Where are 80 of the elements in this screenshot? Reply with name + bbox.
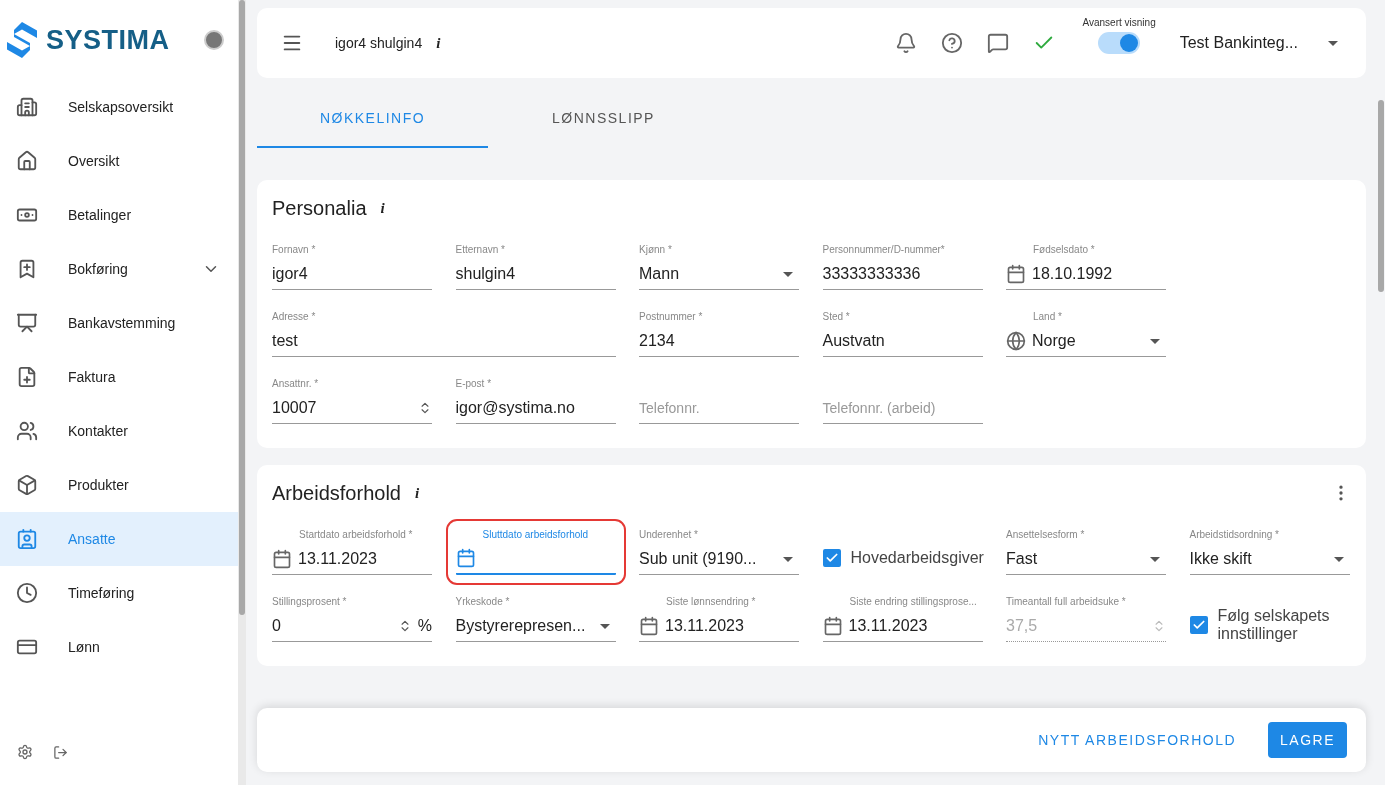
info-icon[interactable]: i (414, 484, 420, 502)
section-title: Arbeidsforhold (272, 481, 401, 505)
input-field[interactable]: Fornavn * igor4 (272, 244, 432, 290)
dropdown-caret-icon[interactable] (1150, 338, 1160, 344)
globe-icon (1006, 331, 1026, 351)
company-select[interactable]: Test Bankinteg... (1179, 34, 1338, 52)
checkmark-icon (824, 551, 839, 565)
input-field[interactable]: Adresse * test (272, 311, 616, 357)
select-field[interactable]: Underenhet * Sub unit (9190... (639, 529, 799, 575)
chat-icon[interactable] (986, 32, 1009, 54)
input-field[interactable]: E-post * igor@systima.no (455, 378, 616, 424)
info-icon[interactable]: i (436, 34, 441, 52)
toggle-label: Avansert visning (1082, 16, 1156, 28)
input-field[interactable]: Fødselsdato * 18.10.1992 (1006, 244, 1166, 290)
settings-icon[interactable] (17, 744, 33, 760)
scrollbar-thumb[interactable] (239, 0, 245, 615)
toggle-switch[interactable] (1098, 31, 1141, 54)
input-field[interactable]: Startdato arbeidsforhold * 13.11.2023 (272, 529, 432, 575)
input-field[interactable]: Siste lønnsendring * 13.11.2023 (639, 596, 799, 642)
nav-item[interactable]: Faktura (0, 350, 238, 404)
tab[interactable]: LØNNSSLIPP (488, 101, 719, 148)
input-field[interactable]: Personnummer/D-nummer* 33333333336 (822, 244, 983, 290)
house-icon (16, 150, 38, 172)
calendar-icon[interactable] (1006, 264, 1026, 284)
info-icon[interactable]: i (380, 199, 385, 217)
nav-item[interactable]: Produkter (0, 458, 238, 512)
nav-item[interactable]: Selskapsoversikt (0, 80, 238, 134)
logo-icon (6, 21, 38, 59)
help-icon[interactable] (940, 32, 963, 54)
select-field[interactable]: Kjønn * Mann (639, 244, 799, 290)
dropdown-caret-icon[interactable] (1328, 40, 1338, 46)
logout-icon[interactable] (53, 744, 68, 760)
users-icon (16, 420, 38, 442)
scrollbar-thumb[interactable] (1378, 100, 1384, 292)
dropdown-caret-icon[interactable] (1150, 556, 1160, 562)
input-field[interactable]: Siste endring stillingsprose... 13.11.2023 (822, 596, 983, 642)
unit-suffix: % (417, 617, 432, 635)
nav-item[interactable]: Betalinger (0, 188, 238, 242)
logo-text: SYSTIMA (46, 24, 171, 56)
nav-item[interactable]: Bokføring (0, 242, 238, 296)
select-field[interactable]: Arbeidstidsordning * Ikke skift (1189, 529, 1350, 575)
presentation-icon (16, 312, 38, 334)
checkbox-label: Hovedarbeidsgiver (850, 549, 984, 567)
select-field[interactable]: Ansettelsesform * Fast (1006, 529, 1166, 575)
calendar-icon[interactable] (455, 548, 476, 568)
section-title: Personalia (272, 196, 367, 220)
input-field[interactable]: Postnummer * 2134 (639, 311, 799, 357)
text-button[interactable]: NYTT ARBEIDSFORHOLD (1026, 722, 1249, 758)
calendar-icon[interactable] (822, 616, 843, 636)
input-field[interactable]: Ansattnr. * 10007 (272, 378, 432, 424)
checkbox-label: Følg selskapets innstillinger (1217, 607, 1331, 643)
calendar-icon[interactable] (272, 549, 292, 569)
checkmark-icon (1191, 618, 1206, 632)
id-card-icon (16, 528, 38, 550)
checkbox[interactable] (1189, 616, 1208, 634)
select-field[interactable]: Land * Norge (1006, 311, 1166, 357)
nav-item[interactable]: Kontakter (0, 404, 238, 458)
checkbox[interactable] (822, 549, 841, 567)
nav-item[interactable]: Lønn (0, 620, 238, 674)
dropdown-caret-icon[interactable] (783, 271, 793, 277)
clock-icon (16, 582, 38, 604)
input-field[interactable]: Stillingsprosent * 0 % (272, 596, 432, 642)
select-field[interactable]: Yrkeskode * Bystyrerepresen... (455, 596, 616, 642)
calendar-icon[interactable] (639, 616, 659, 636)
bell-icon[interactable] (894, 32, 917, 54)
nav-item[interactable]: Bankavstemming (0, 296, 238, 350)
save-button[interactable]: LAGRE (1268, 722, 1347, 758)
avatar[interactable] (204, 30, 224, 50)
building-icon (16, 96, 38, 118)
input-field[interactable]: Etternavn * shulgin4 (455, 244, 616, 290)
dropdown-caret-icon[interactable] (1333, 556, 1344, 562)
dropdown-caret-icon[interactable] (783, 556, 793, 562)
nav-item[interactable]: Oversikt (0, 134, 238, 188)
nav-item[interactable]: Timeføring (0, 566, 238, 620)
box-icon (16, 474, 38, 496)
page-title: igor4 shulgin4 (335, 35, 423, 51)
dropdown-caret-icon[interactable] (599, 623, 610, 629)
input-field[interactable]: Sluttdato arbeidsforhold (455, 529, 616, 575)
file-plus-icon (16, 366, 38, 388)
input-field[interactable]: Sted * Austvatn (822, 311, 983, 357)
